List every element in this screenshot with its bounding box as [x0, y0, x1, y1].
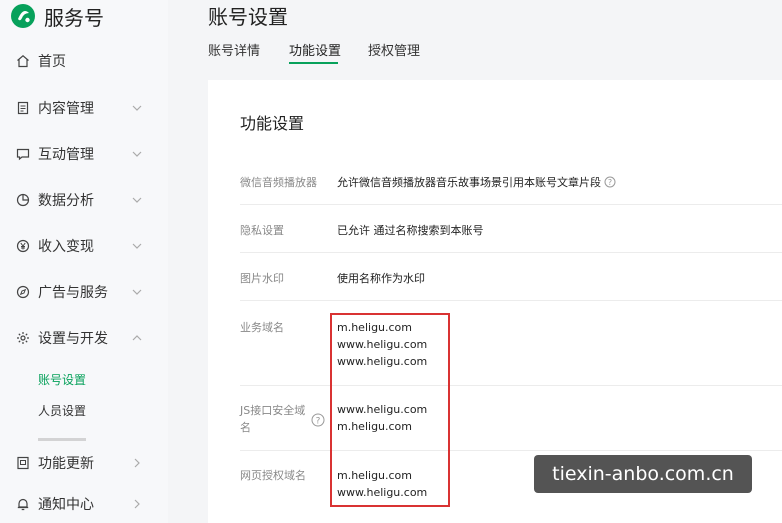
- sidebar-item-home[interactable]: 首页: [0, 46, 168, 76]
- sidebar-item-notifications[interactable]: 通知中心: [0, 489, 168, 519]
- sidebar-item-monetization[interactable]: 收入变现: [0, 231, 168, 261]
- sidebar-item-label: 功能更新: [38, 456, 94, 472]
- row-label-oauth-domain: 网页授权域名: [240, 469, 306, 482]
- chevron-down-icon: [131, 102, 143, 114]
- bell-icon: [15, 496, 31, 512]
- sidebar-item-label: 通知中心: [38, 497, 94, 513]
- sidebar-item-label: 收入变现: [38, 239, 94, 255]
- row-divider: [240, 204, 782, 205]
- svg-text:?: ?: [316, 417, 321, 427]
- help-icon[interactable]: ?: [604, 176, 616, 193]
- sidebar-subitem-clipped: [38, 432, 88, 442]
- home-icon: [15, 53, 31, 69]
- row-value-privacy: 已允许 通过名称搜索到本账号: [337, 224, 484, 237]
- sidebar-item-label: 设置与开发: [38, 331, 108, 347]
- sidebar-item-label: 首页: [38, 54, 66, 70]
- watermark-overlay: tiexin-anbo.com.cn: [534, 455, 752, 493]
- update-icon: [15, 455, 31, 471]
- tab-account-details[interactable]: 账号详情: [208, 40, 260, 59]
- sidebar-item-label: 广告与服务: [38, 285, 108, 301]
- sidebar-item-label: 内容管理: [38, 101, 94, 117]
- row-value-image-watermark: 使用名称作为水印: [337, 272, 425, 285]
- row-label-audio-player: 微信音频播放器: [240, 176, 317, 189]
- row-value-audio-player: 允许微信音频播放器音乐故事场景引用本账号文章片段?: [337, 174, 616, 193]
- js-domain-label-line1: JS接口安全域: [240, 404, 306, 417]
- section-title: 功能设置: [240, 114, 305, 133]
- chevron-down-icon: [131, 148, 143, 160]
- compass-icon: [15, 284, 31, 300]
- row-label-image-watermark: 图片水印: [240, 272, 284, 285]
- brand[interactable]: 服务号: [10, 0, 104, 32]
- chevron-down-icon: [131, 286, 143, 298]
- sidebar-subitem-account-settings[interactable]: 账号设置: [38, 369, 86, 389]
- sidebar-item-label: 互动管理: [38, 147, 94, 163]
- sidebar-item-ads-services[interactable]: 广告与服务: [0, 277, 168, 307]
- tab-authorization[interactable]: 授权管理: [368, 40, 420, 59]
- row-divider: [240, 300, 782, 301]
- js-domain-label-line2: 名: [240, 421, 251, 434]
- sidebar-item-label: 数据分析: [38, 193, 94, 209]
- chevron-right-icon: [131, 457, 143, 469]
- row-divider: [240, 450, 782, 451]
- highlight-box: [330, 313, 450, 507]
- row-divider: [240, 385, 782, 386]
- chart-pie-icon: [15, 192, 31, 208]
- gear-icon: [15, 330, 31, 346]
- yen-icon: [15, 238, 31, 254]
- row-label-privacy: 隐私设置: [240, 224, 284, 237]
- chevron-right-icon: [131, 498, 143, 510]
- sidebar-item-analytics[interactable]: 数据分析: [0, 185, 168, 215]
- svg-text:?: ?: [608, 178, 612, 187]
- page-title: 账号设置: [208, 5, 288, 29]
- row-label-js-domain: JS接口安全域: [240, 402, 305, 419]
- chat-icon: [15, 146, 31, 162]
- sidebar-subitem-staff-settings[interactable]: 人员设置: [38, 400, 86, 420]
- brand-logo-icon: [10, 3, 36, 29]
- row-divider: [240, 252, 782, 253]
- document-icon: [15, 100, 31, 116]
- brand-name: 服务号: [44, 5, 104, 30]
- chevron-up-icon: [131, 332, 143, 344]
- chevron-down-icon: [131, 240, 143, 252]
- sidebar-item-settings-dev[interactable]: 设置与开发: [0, 323, 168, 353]
- sidebar-item-interaction[interactable]: 互动管理: [0, 139, 168, 169]
- tab-feature-settings[interactable]: 功能设置: [289, 40, 341, 59]
- help-icon[interactable]: ?: [311, 412, 325, 431]
- chevron-down-icon: [131, 194, 143, 206]
- sidebar-item-feature-updates[interactable]: 功能更新: [0, 448, 168, 478]
- row-label-business-domain: 业务域名: [240, 321, 284, 334]
- sidebar: 服务号 首页 内容管理 互动管理 数据分析 收入变现 广告与服务 设置与开发 账…: [0, 0, 168, 523]
- active-tab-indicator: [289, 62, 338, 64]
- audio-player-description: 允许微信音频播放器音乐故事场景引用本账号文章片段: [337, 176, 601, 189]
- sidebar-item-content[interactable]: 内容管理: [0, 93, 168, 123]
